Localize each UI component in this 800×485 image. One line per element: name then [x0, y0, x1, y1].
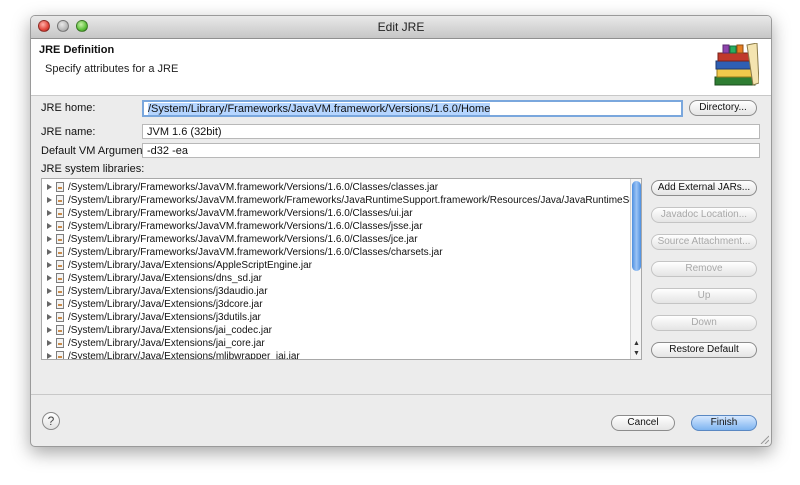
- library-path: /System/Library/Frameworks/JavaVM.framew…: [68, 182, 439, 193]
- library-row[interactable]: /System/Library/Frameworks/JavaVM.framew…: [42, 233, 630, 246]
- library-path: /System/Library/Frameworks/JavaVM.framew…: [68, 195, 642, 206]
- wizard-header: JRE Definition Specify attributes for a …: [31, 39, 771, 96]
- up-button[interactable]: Up: [651, 288, 757, 304]
- library-row[interactable]: /System/Library/Java/Extensions/jai_code…: [42, 324, 630, 337]
- jre-home-value: /System/Library/Frameworks/JavaVM.framew…: [148, 103, 491, 115]
- list-scrollbar[interactable]: ▲ ▼: [630, 179, 641, 359]
- library-row[interactable]: /System/Library/Frameworks/JavaVM.framew…: [42, 207, 630, 220]
- jar-icon: [56, 312, 64, 322]
- scroll-thumb[interactable]: [632, 181, 641, 271]
- library-row[interactable]: /System/Library/Java/Extensions/AppleScr…: [42, 259, 630, 272]
- library-path: /System/Library/Java/Extensions/mlibwrap…: [68, 351, 300, 360]
- library-path: /System/Library/Frameworks/JavaVM.framew…: [68, 221, 423, 232]
- expand-triangle-icon[interactable]: [47, 236, 52, 242]
- cancel-button[interactable]: Cancel: [611, 415, 675, 431]
- library-path: /System/Library/Java/Extensions/j3dcore.…: [68, 299, 263, 310]
- library-row[interactable]: /System/Library/Java/Extensions/jai_core…: [42, 337, 630, 350]
- jar-icon: [56, 351, 64, 359]
- library-path: /System/Library/Java/Extensions/jai_core…: [68, 338, 265, 349]
- jar-icon: [56, 247, 64, 257]
- down-button[interactable]: Down: [651, 315, 757, 331]
- remove-button[interactable]: Remove: [651, 261, 757, 277]
- expand-triangle-icon[interactable]: [47, 327, 52, 333]
- library-path: /System/Library/Java/Extensions/AppleScr…: [68, 260, 313, 271]
- finish-button[interactable]: Finish: [691, 415, 757, 431]
- restore-default-button[interactable]: Restore Default: [651, 342, 757, 358]
- library-path: /System/Library/Java/Extensions/jai_code…: [68, 325, 272, 336]
- library-row[interactable]: /System/Library/Frameworks/JavaVM.framew…: [42, 181, 630, 194]
- library-row[interactable]: /System/Library/Java/Extensions/mlibwrap…: [42, 350, 630, 360]
- expand-triangle-icon[interactable]: [47, 262, 52, 268]
- expand-triangle-icon[interactable]: [47, 301, 52, 307]
- jar-icon: [56, 221, 64, 231]
- jar-icon: [56, 325, 64, 335]
- expand-triangle-icon[interactable]: [47, 197, 52, 203]
- jar-icon: [56, 286, 64, 296]
- library-path: /System/Library/Java/Extensions/j3daudio…: [68, 286, 268, 297]
- add-external-jars-button[interactable]: Add External JARs...: [651, 180, 757, 196]
- expand-triangle-icon[interactable]: [47, 340, 52, 346]
- library-row[interactable]: /System/Library/Frameworks/JavaVM.framew…: [42, 246, 630, 259]
- library-row[interactable]: /System/Library/Frameworks/JavaVM.framew…: [42, 194, 641, 207]
- window-title: Edit JRE: [377, 20, 425, 34]
- library-path: /System/Library/Java/Extensions/dns_sd.j…: [68, 273, 262, 284]
- libraries-label: JRE system libraries:: [41, 163, 145, 175]
- library-path: /System/Library/Java/Extensions/j3dutils…: [68, 312, 261, 323]
- library-path: /System/Library/Frameworks/JavaVM.framew…: [68, 247, 443, 258]
- expand-triangle-icon[interactable]: [47, 184, 52, 190]
- scroll-up-icon[interactable]: ▲: [632, 339, 641, 348]
- jar-icon: [56, 273, 64, 283]
- header-title: JRE Definition: [39, 44, 115, 56]
- books-icon: [714, 43, 759, 86]
- directory-button[interactable]: Directory...: [689, 100, 757, 116]
- resize-grip-icon[interactable]: [759, 434, 769, 444]
- edit-jre-dialog: Edit JRE JRE Definition Specify attribut…: [30, 15, 772, 447]
- expand-triangle-icon[interactable]: [47, 353, 52, 359]
- libraries-list[interactable]: /System/Library/Frameworks/JavaVM.framew…: [41, 178, 642, 360]
- library-path: /System/Library/Frameworks/JavaVM.framew…: [68, 234, 418, 245]
- expand-triangle-icon[interactable]: [47, 249, 52, 255]
- jre-home-label: JRE home:: [41, 102, 96, 114]
- jar-icon: [56, 208, 64, 218]
- library-path: /System/Library/Frameworks/JavaVM.framew…: [68, 208, 413, 219]
- source-attachment-button[interactable]: Source Attachment...: [651, 234, 757, 250]
- jar-icon: [56, 234, 64, 244]
- header-subtitle: Specify attributes for a JRE: [45, 63, 179, 75]
- library-row[interactable]: /System/Library/Java/Extensions/j3daudio…: [42, 285, 630, 298]
- scroll-down-icon[interactable]: ▼: [632, 349, 641, 358]
- title-bar: Edit JRE: [31, 16, 771, 39]
- footer-divider: [31, 394, 771, 395]
- expand-triangle-icon[interactable]: [47, 275, 52, 281]
- jar-icon: [56, 260, 64, 270]
- expand-triangle-icon[interactable]: [47, 314, 52, 320]
- vm-args-label: Default VM Arguments:: [41, 145, 155, 157]
- library-row[interactable]: /System/Library/Java/Extensions/dns_sd.j…: [42, 272, 630, 285]
- jre-name-field[interactable]: JVM 1.6 (32bit): [142, 124, 760, 139]
- help-icon[interactable]: ?: [42, 412, 60, 430]
- jar-icon: [56, 299, 64, 309]
- jar-icon: [56, 338, 64, 348]
- vm-args-field[interactable]: -d32 -ea: [142, 143, 760, 158]
- jre-name-label: JRE name:: [41, 126, 96, 138]
- library-row[interactable]: /System/Library/Frameworks/JavaVM.framew…: [42, 220, 630, 233]
- jar-icon: [56, 182, 64, 192]
- library-row[interactable]: /System/Library/Java/Extensions/j3dutils…: [42, 311, 630, 324]
- jar-icon: [56, 195, 64, 205]
- jre-home-field[interactable]: /System/Library/Frameworks/JavaVM.framew…: [142, 100, 683, 117]
- library-row[interactable]: /System/Library/Java/Extensions/j3dcore.…: [42, 298, 630, 311]
- expand-triangle-icon[interactable]: [47, 210, 52, 216]
- expand-triangle-icon[interactable]: [47, 223, 52, 229]
- javadoc-location-button[interactable]: Javadoc Location...: [651, 207, 757, 223]
- expand-triangle-icon[interactable]: [47, 288, 52, 294]
